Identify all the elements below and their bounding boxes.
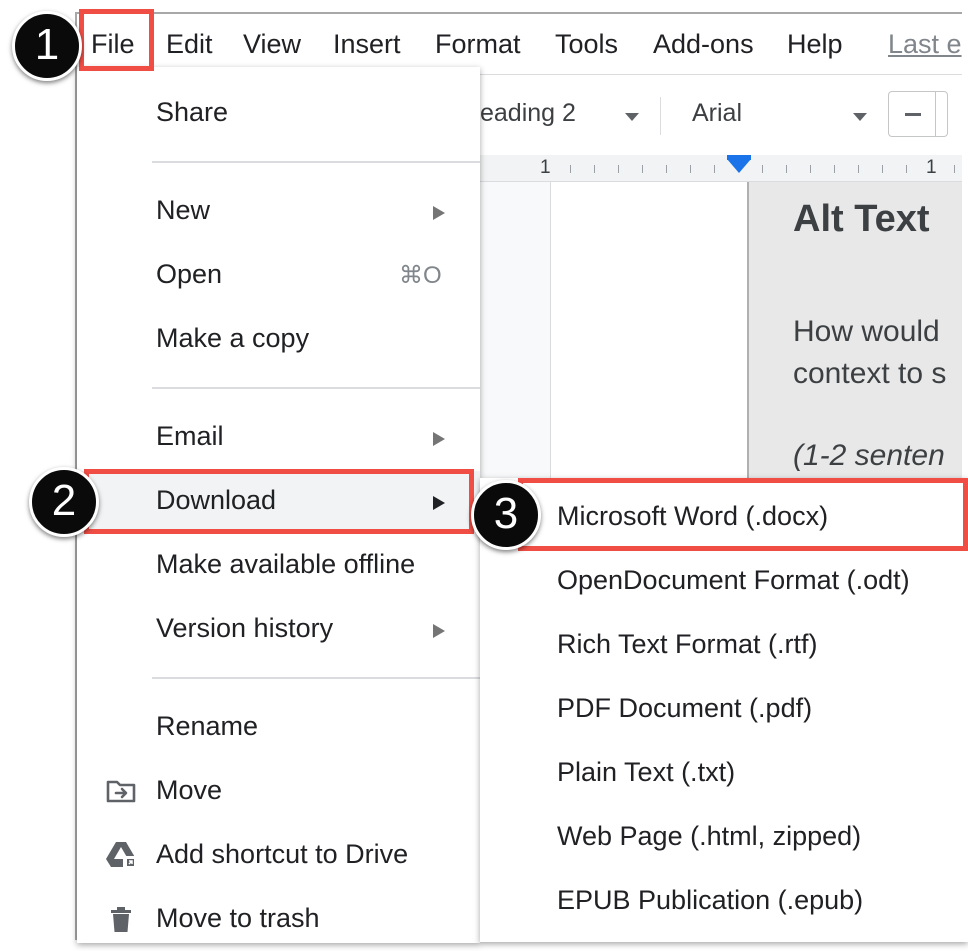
download-odt[interactable]: OpenDocument Format (.odt) xyxy=(480,548,968,612)
menu-item-rename[interactable]: Rename xyxy=(77,697,480,759)
chevron-down-icon[interactable] xyxy=(853,113,867,121)
menu-item-label: Share xyxy=(156,97,229,127)
step-badge-3: 3 xyxy=(471,480,541,550)
download-txt[interactable]: Plain Text (.txt) xyxy=(480,740,968,804)
submenu-arrow-icon xyxy=(433,432,445,446)
highlight-docx-item xyxy=(518,478,968,551)
ruler-tick xyxy=(834,165,835,173)
submenu-item-label: EPUB Publication (.epub) xyxy=(557,885,864,915)
ruler-tick xyxy=(858,165,859,173)
menu-divider xyxy=(152,387,480,389)
minus-icon[interactable] xyxy=(905,113,921,116)
submenu-arrow-icon xyxy=(433,206,445,220)
menu-help[interactable]: Help xyxy=(787,28,843,60)
ruler-tick xyxy=(810,165,811,173)
download-pdf[interactable]: PDF Document (.pdf) xyxy=(480,676,968,740)
menu-item-add-shortcut[interactable]: Add shortcut to Drive xyxy=(77,825,480,887)
menu-item-new[interactable]: New xyxy=(77,181,480,243)
font-size-stepper[interactable] xyxy=(888,91,948,137)
ruler-number: 1 xyxy=(926,157,937,178)
menu-tools[interactable]: Tools xyxy=(555,28,618,60)
drive-shortcut-icon xyxy=(106,842,136,869)
doc-paragraph-line: (1-2 senten xyxy=(793,439,945,472)
menu-item-label: Move xyxy=(156,775,223,805)
stepper-divider xyxy=(935,92,936,136)
shortcut-label: ⌘O xyxy=(399,262,442,289)
ruler-tick xyxy=(570,165,571,173)
menu-item-move[interactable]: Move xyxy=(77,761,480,823)
ruler-tick xyxy=(594,165,595,173)
font-select[interactable]: Arial xyxy=(692,99,742,128)
submenu-item-label: PDF Document (.pdf) xyxy=(557,693,813,723)
doc-heading: Alt Text xyxy=(793,198,930,240)
ruler-tick xyxy=(786,165,787,173)
ruler-tick xyxy=(666,165,667,173)
paragraph-style-select[interactable]: eading 2 xyxy=(480,99,576,128)
doc-paragraph-line: How would xyxy=(793,315,940,348)
menu-item-label: Add shortcut to Drive xyxy=(156,839,409,869)
ruler-tick xyxy=(762,165,763,173)
step-badge-1: 1 xyxy=(12,11,82,81)
ruler-tick xyxy=(954,165,955,173)
submenu-arrow-icon xyxy=(433,624,445,638)
menu-item-label: Make a copy xyxy=(156,323,310,353)
menu-bar: File Edit View Insert Format Tools Add-o… xyxy=(77,14,962,75)
menu-divider xyxy=(152,161,480,163)
menu-item-label: Version history xyxy=(156,613,334,643)
menu-item-share[interactable]: Share xyxy=(77,83,480,145)
menu-item-make-copy[interactable]: Make a copy xyxy=(77,309,480,371)
menu-item-offline[interactable]: Make available offline xyxy=(77,535,480,597)
ruler-tick xyxy=(618,165,619,173)
menu-item-label: Email xyxy=(156,421,224,451)
ruler-tick xyxy=(714,165,715,173)
ruler-tick xyxy=(690,165,691,173)
menu-item-label: Open xyxy=(156,259,223,289)
highlight-download-item xyxy=(84,469,474,534)
menu-item-label: New xyxy=(156,195,211,225)
submenu-item-label: Rich Text Format (.rtf) xyxy=(557,629,818,659)
menu-item-label: Make available offline xyxy=(156,549,416,579)
menu-divider xyxy=(152,677,480,679)
chevron-down-icon[interactable] xyxy=(625,113,639,121)
ruler-number: 1 xyxy=(540,157,551,178)
menu-view[interactable]: View xyxy=(243,28,301,60)
menu-insert[interactable]: Insert xyxy=(333,28,401,60)
highlight-file-menu xyxy=(79,9,154,71)
download-html[interactable]: Web Page (.html, zipped) xyxy=(480,804,968,868)
menu-edit[interactable]: Edit xyxy=(166,28,213,60)
step-badge-2: 2 xyxy=(29,467,99,537)
download-epub[interactable]: EPUB Publication (.epub) xyxy=(480,868,968,932)
last-edit-link[interactable]: Last e xyxy=(888,28,962,60)
doc-paragraph-line: context to s xyxy=(793,357,947,390)
menu-addons[interactable]: Add-ons xyxy=(653,28,754,60)
menu-item-version-history[interactable]: Version history xyxy=(77,599,480,661)
menu-item-label: Move to trash xyxy=(156,903,320,933)
submenu-item-label: Plain Text (.txt) xyxy=(557,757,736,787)
trash-icon xyxy=(111,907,131,932)
menu-format[interactable]: Format xyxy=(435,28,521,60)
folder-move-icon xyxy=(106,780,136,803)
ruler-tick xyxy=(642,165,643,173)
left-indent-marker[interactable] xyxy=(727,159,751,173)
ruler-tick xyxy=(882,165,883,173)
download-rtf[interactable]: Rich Text Format (.rtf) xyxy=(480,612,968,676)
submenu-item-label: Web Page (.html, zipped) xyxy=(557,821,862,851)
menu-item-email[interactable]: Email xyxy=(77,407,480,469)
ruler-tick xyxy=(906,165,907,173)
submenu-item-label: OpenDocument Format (.odt) xyxy=(557,565,910,595)
menu-item-open[interactable]: Open ⌘O xyxy=(77,245,480,307)
toolbar-divider xyxy=(660,97,661,135)
menu-item-label: Rename xyxy=(156,711,259,741)
